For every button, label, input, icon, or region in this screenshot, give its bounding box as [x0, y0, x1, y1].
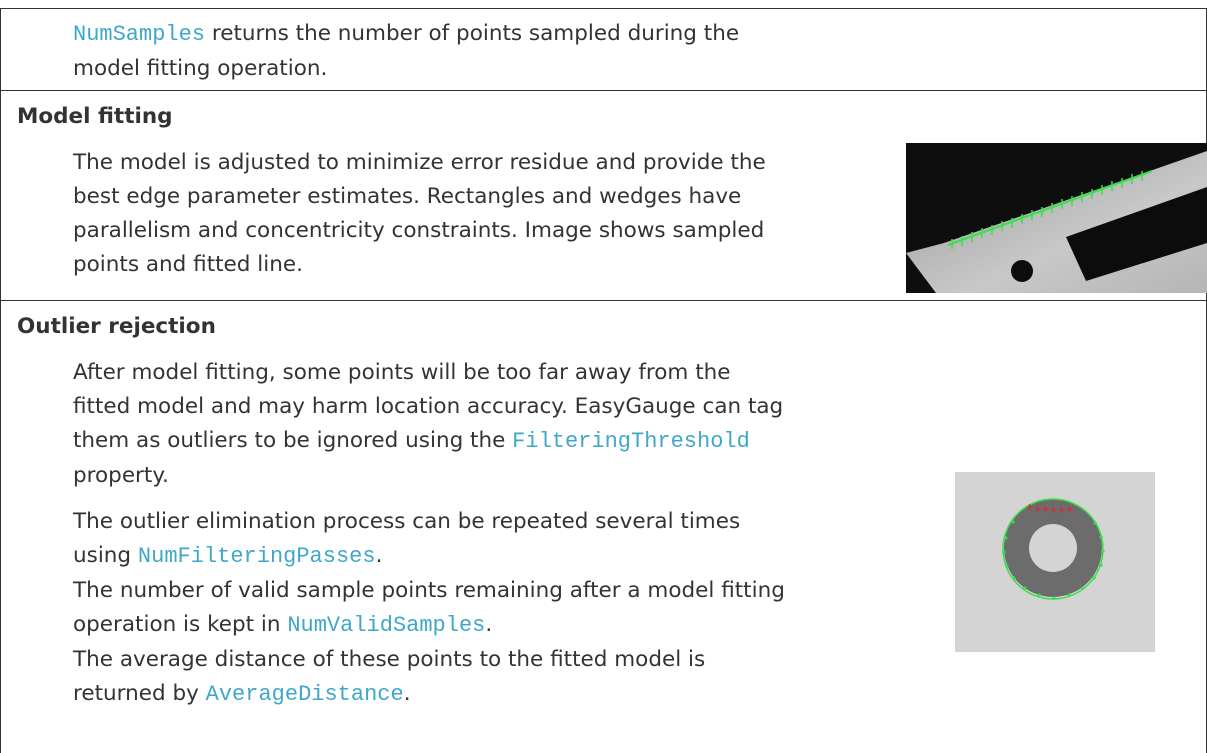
fitted-line-illustration	[906, 143, 1207, 293]
numsamples-link[interactable]: NumSamples	[73, 22, 205, 47]
row-divider-2	[0, 300, 1207, 301]
numvalidsamples-link[interactable]: NumValidSamples	[287, 613, 485, 638]
filteringthreshold-link[interactable]: FilteringThreshold	[512, 429, 750, 454]
table-top-border	[0, 8, 1207, 9]
model-fitting-heading: Model fitting	[17, 104, 173, 129]
outlier-rejection-description: After model fitting, some points will be…	[73, 360, 785, 707]
numfilteringpasses-link[interactable]: NumFilteringPasses	[138, 544, 376, 569]
model-fitting-image	[906, 143, 1207, 293]
numsamples-description: NumSamples returns the number of points …	[73, 21, 740, 81]
outlier-rejection-image	[955, 472, 1155, 652]
table-left-border	[0, 8, 1, 753]
averagedistance-link[interactable]: AverageDistance	[206, 682, 404, 707]
row-divider-1	[0, 90, 1207, 91]
outlier-rejection-heading: Outlier rejection	[17, 314, 216, 339]
outlier-ring-illustration	[955, 472, 1155, 652]
model-fitting-description: The model is adjusted to minimize error …	[73, 150, 766, 277]
